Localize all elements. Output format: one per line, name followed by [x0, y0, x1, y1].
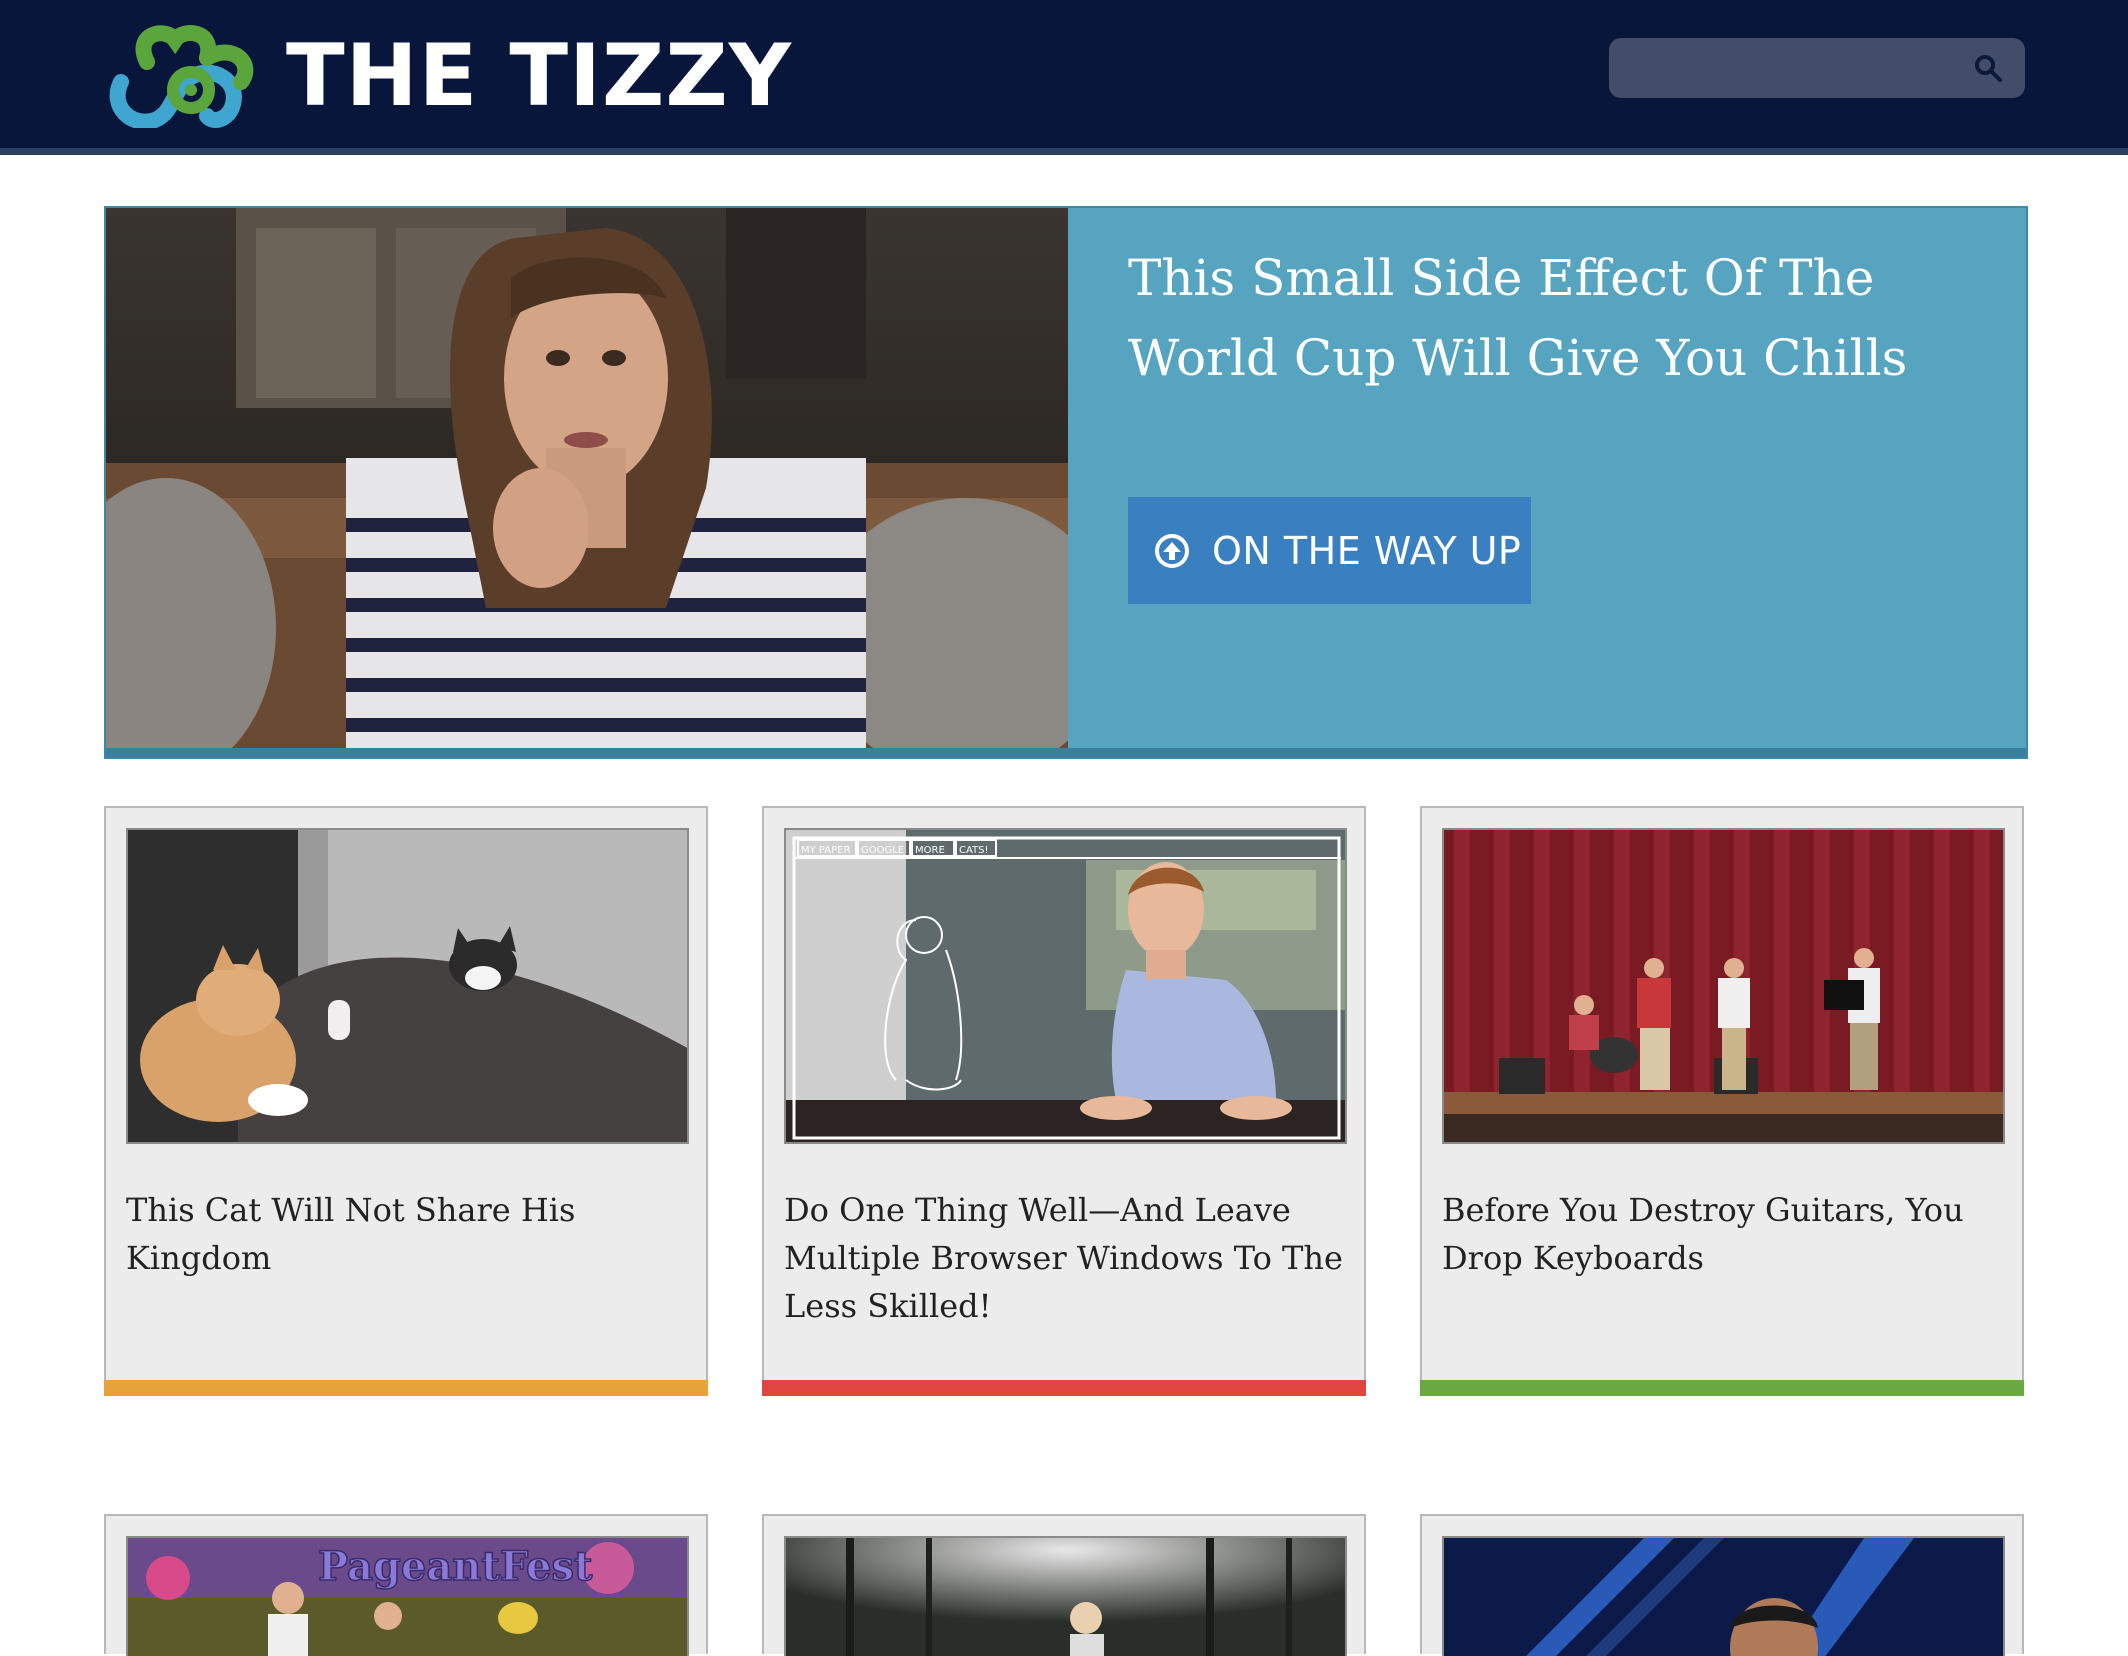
article-card[interactable]	[1420, 1514, 2024, 1656]
arrow-up-circle-icon	[1155, 533, 1189, 568]
svg-text:MY PAPER: MY PAPER	[801, 845, 850, 856]
article-card-image[interactable]: PageantFest	[126, 1536, 689, 1656]
featured-article-image[interactable]	[106, 208, 1068, 749]
article-card-image[interactable]	[1442, 828, 2005, 1144]
on-the-way-up-button[interactable]: ON THE WAY UP	[1128, 497, 1531, 604]
featured-article[interactable]: This Small Side Effect Of The World Cup …	[104, 206, 2028, 759]
article-card-image[interactable]	[126, 828, 689, 1144]
article-card-image[interactable]	[784, 1536, 1347, 1656]
article-card[interactable]: MY PAPER GOOGLE MORE CATS! Do One Thing …	[762, 806, 1366, 1396]
article-card[interactable]	[762, 1514, 1366, 1656]
featured-article-title[interactable]: This Small Side Effect Of The World Cup …	[1128, 238, 1978, 398]
site-header: THE TIZZY	[0, 0, 2128, 155]
article-card-accent-bar	[1420, 1380, 2024, 1396]
article-card-title[interactable]: Before You Destroy Guitars, You Drop Key…	[1442, 1186, 2008, 1282]
svg-text:GOOGLE: GOOGLE	[861, 845, 904, 856]
site-brand-name[interactable]: THE TIZZY	[286, 28, 792, 124]
article-card-image[interactable]	[1442, 1536, 2005, 1656]
search-input[interactable]	[1623, 48, 1957, 90]
article-card-title[interactable]: This Cat Will Not Share His Kingdom	[126, 1186, 692, 1282]
pageant-sign: PageantFest	[318, 1543, 593, 1590]
article-card-accent-bar	[104, 1380, 708, 1396]
article-card-title[interactable]: Do One Thing Well—And Leave Multiple Bro…	[784, 1186, 1350, 1330]
search-icon[interactable]	[1973, 53, 2003, 83]
site-logo-icon[interactable]	[103, 24, 255, 128]
svg-text:CATS!: CATS!	[959, 845, 989, 856]
on-the-way-up-label: ON THE WAY UP	[1212, 528, 1522, 573]
article-card-accent-bar	[762, 1380, 1366, 1396]
article-card[interactable]: Before You Destroy Guitars, You Drop Key…	[1420, 806, 2024, 1396]
article-card-image[interactable]: MY PAPER GOOGLE MORE CATS!	[784, 828, 1347, 1144]
article-card[interactable]: This Cat Will Not Share His Kingdom	[104, 806, 708, 1396]
featured-article-accent-bar	[106, 748, 2026, 757]
article-card[interactable]: PageantFest	[104, 1514, 708, 1656]
search-box	[1609, 38, 2025, 98]
svg-text:MORE: MORE	[915, 845, 945, 856]
